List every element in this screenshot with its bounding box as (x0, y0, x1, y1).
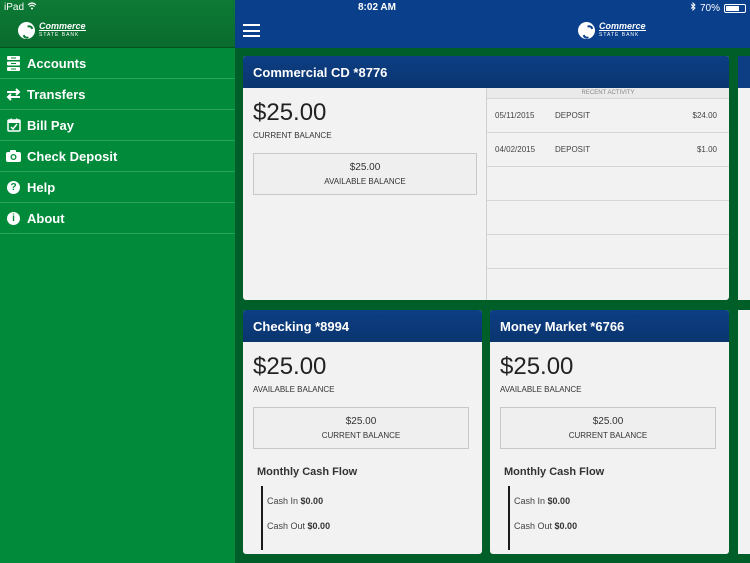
account-title: Money Market *6766 (490, 310, 729, 342)
current-balance-box: $25.00 CURRENT BALANCE (500, 407, 716, 449)
camera-icon (6, 149, 21, 164)
cash-in-row: Cash In $0.00 (514, 496, 570, 506)
menu-item-check-deposit[interactable]: Check Deposit (0, 141, 235, 172)
info-icon: i (6, 211, 21, 226)
available-balance-box: $25.00 AVAILABLE BALANCE (253, 153, 477, 195)
menu-item-about[interactable]: i About (0, 203, 235, 234)
bluetooth-icon (690, 1, 696, 14)
activity-amount: $24.00 (692, 111, 717, 120)
activity-row[interactable]: 05/11/2015 DEPOSIT $24.00 (487, 99, 729, 133)
activity-date: 05/11/2015 (495, 111, 535, 120)
current-balance-label: CURRENT BALANCE (321, 431, 401, 440)
help-icon: ? (6, 180, 21, 195)
accounts-dashboard: Commercial CD *8776 $25.00 CURRENT BALAN… (235, 48, 750, 563)
balance-label: AVAILABLE BALANCE (253, 385, 335, 394)
accounts-icon (6, 55, 21, 71)
menu-item-bill-pay[interactable]: Bill Pay (0, 110, 235, 141)
menu-label: Help (27, 179, 56, 195)
hamburger-menu-icon[interactable] (243, 24, 260, 37)
menu-item-transfers[interactable]: Transfers (0, 79, 235, 110)
menu-item-help[interactable]: ? Help (0, 172, 235, 203)
activity-amount: $1.00 (696, 145, 717, 154)
cash-in-row: Cash In $0.00 (267, 496, 323, 506)
bank-logo: Commerce STATE BANK (18, 22, 86, 39)
menu-label: Check Deposit (27, 148, 118, 164)
logo-sub: STATE BANK (39, 30, 86, 39)
wifi-icon (27, 2, 37, 13)
cash-flow-title: Monthly Cash Flow (257, 466, 358, 478)
cash-out-amount: $0.00 (307, 521, 331, 531)
sidebar: Commerce STATE BANK Accounts Transfers B… (0, 0, 235, 563)
available-balance-amount: $25.00 (349, 162, 381, 173)
partial-account-card[interactable] (738, 56, 750, 300)
activity-type: DEPOSIT (555, 145, 591, 154)
account-balance: $25.00 (253, 353, 327, 380)
account-balance: $25.00 (500, 353, 574, 380)
cash-flow-axis (261, 486, 263, 550)
activity-type: DEPOSIT (555, 111, 591, 120)
recent-activity-panel: RECENT ACTIVITY 05/11/2015 DEPOSIT $24.0… (486, 88, 729, 300)
header-logo: Commerce STATE BANK (578, 22, 646, 39)
balance-label: AVAILABLE BALANCE (500, 385, 582, 394)
cash-out-row: Cash Out $0.00 (267, 521, 330, 531)
current-balance-box: $25.00 CURRENT BALANCE (253, 407, 469, 449)
logo-mark-icon (18, 22, 35, 39)
logo-mark-icon (578, 22, 595, 39)
logo-sub: STATE BANK (599, 30, 646, 39)
cash-out-row: Cash Out $0.00 (514, 521, 577, 531)
activity-row[interactable]: 04/02/2015 DEPOSIT $1.00 (487, 133, 729, 167)
bill-pay-icon (6, 118, 21, 133)
cash-in-amount: $0.00 (547, 496, 571, 506)
logo-name: Commerce (599, 21, 646, 31)
menu-label: Accounts (27, 55, 87, 71)
battery-icon (724, 3, 746, 13)
menu-label: Transfers (27, 86, 86, 102)
partial-account-card[interactable] (738, 310, 750, 554)
cash-out-amount: $0.00 (554, 521, 578, 531)
cash-flow-axis (508, 486, 510, 550)
account-card-checking[interactable]: Checking *8994 $25.00 AVAILABLE BALANCE … (243, 310, 482, 554)
cash-in-label: Cash In (514, 496, 546, 506)
cash-out-label: Cash Out (514, 521, 553, 531)
activity-row-empty (487, 167, 729, 201)
logo-name: Commerce (39, 21, 86, 31)
activity-date: 04/02/2015 (495, 145, 536, 154)
recent-activity-header: RECENT ACTIVITY (487, 88, 729, 99)
current-balance-amount: $25.00 (592, 416, 624, 427)
activity-row-empty (487, 201, 729, 235)
current-balance-label: CURRENT BALANCE (568, 431, 648, 440)
current-balance-amount: $25.00 (345, 416, 377, 427)
device-name: iPad (4, 2, 25, 13)
available-balance-label: AVAILABLE BALANCE (324, 177, 406, 186)
account-card-money-market[interactable]: Money Market *6766 $25.00 AVAILABLE BALA… (490, 310, 729, 554)
status-bar: iPad 8:02 AM 70% (0, 0, 750, 16)
menu-label: Bill Pay (27, 117, 74, 133)
battery-percent: 70% (699, 2, 720, 14)
menu-item-accounts[interactable]: Accounts (0, 48, 235, 79)
cash-in-label: Cash In (267, 496, 299, 506)
cash-out-label: Cash Out (267, 521, 306, 531)
account-title: Commercial CD *8776 (243, 56, 729, 88)
status-time: 8:02 AM (358, 2, 396, 13)
cash-flow-title: Monthly Cash Flow (504, 466, 605, 478)
account-card-cd[interactable]: Commercial CD *8776 $25.00 CURRENT BALAN… (243, 56, 729, 300)
cash-in-amount: $0.00 (300, 496, 324, 506)
menu-label: About (27, 210, 65, 226)
transfers-icon (6, 87, 21, 102)
account-title: Checking *8994 (243, 310, 482, 342)
activity-row-empty (487, 235, 729, 269)
